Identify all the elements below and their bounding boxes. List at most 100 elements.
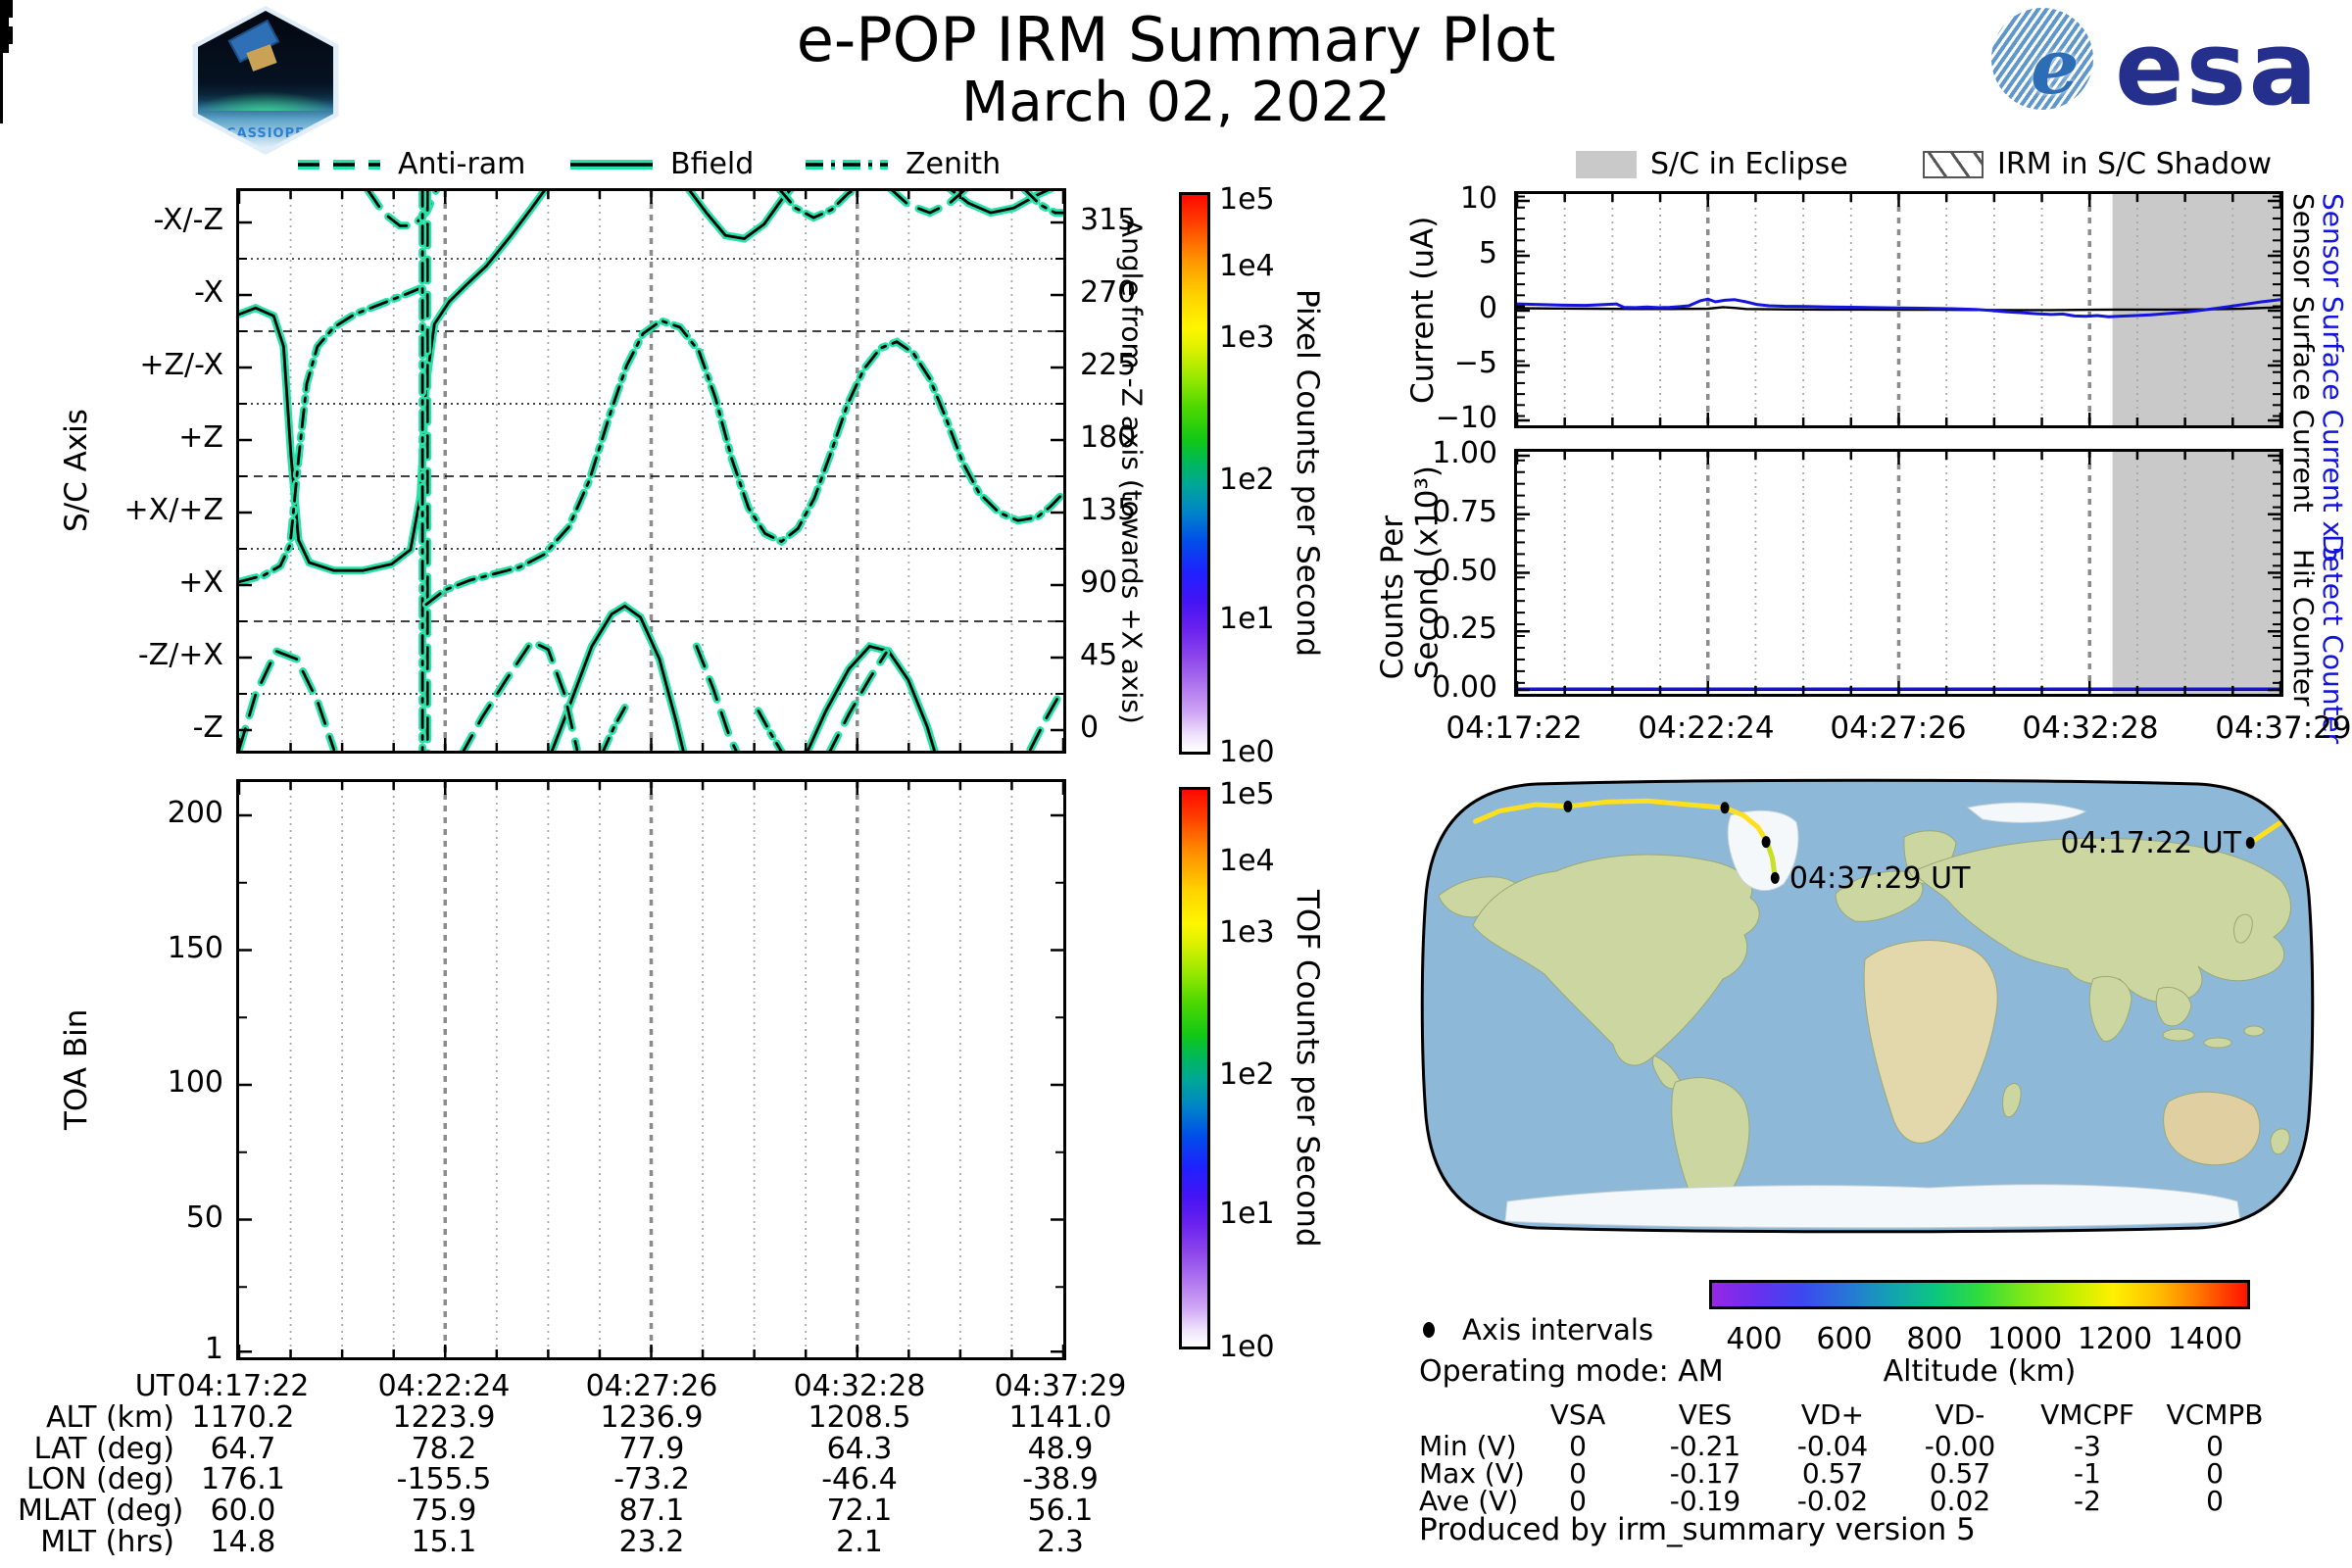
current-plot	[1514, 191, 2283, 428]
time-tick-04:17:22: 04:17:22	[1446, 710, 1583, 746]
info-row-label-LON (deg): LON (deg)	[25, 1462, 174, 1496]
info-cell: 14.8	[210, 1525, 276, 1559]
info-cell: 04:22:24	[377, 1369, 511, 1403]
info-cell: 64.3	[826, 1432, 893, 1466]
cassiope-label: CASSIOPE	[225, 126, 306, 141]
axis-interval-dot	[1720, 802, 1730, 814]
toa-ytick-150: 150	[167, 931, 223, 965]
alt-tick	[0, 65, 3, 76]
info-cell: -46.4	[821, 1462, 898, 1496]
info-cell: -155.5	[396, 1462, 492, 1496]
eclipse-swatch	[1576, 150, 1637, 178]
info-cell: 04:32:28	[793, 1369, 926, 1403]
info-row-label-UT: UT	[134, 1369, 174, 1403]
cb-label-1e1: 1e1	[1219, 1197, 1275, 1231]
cnt-ytick-1.00: 1.00	[1432, 436, 1497, 470]
hit-counter-label: Hit Counter	[2287, 549, 2320, 707]
sensor-surface-current-label: Sensor Surface Current	[2287, 193, 2320, 513]
toa-ytick-1: 1	[204, 1332, 223, 1366]
pixel-colorbar	[1179, 192, 1210, 755]
sc-ytick--Z/+X: -Z/+X	[137, 638, 223, 672]
altitude-colorbar	[1709, 1280, 2250, 1309]
cnt-ytick-0.50: 0.50	[1432, 554, 1497, 588]
world-map: 04:37:29 UT 04:17:22 UT	[1420, 778, 2315, 1234]
time-tick-04:32:28: 04:32:28	[2022, 710, 2159, 746]
sc-axis-plot	[236, 188, 1066, 754]
cb-label-1e5: 1e5	[1219, 182, 1275, 217]
info-cell: 15.1	[411, 1525, 477, 1559]
cur-ytick--10: −10	[1435, 401, 1497, 435]
cur-ytick-5: 5	[1478, 236, 1497, 270]
angle-ytick-225: 225	[1080, 348, 1137, 382]
cb-label-1e4: 1e4	[1219, 844, 1275, 878]
esa-logo: esa	[2115, 9, 2320, 128]
sensor-surface-current-x5-label: Sensor Surface Current x 5	[2317, 193, 2349, 564]
info-row-label-ALT (km): ALT (km)	[46, 1400, 174, 1435]
cb-label-1e2: 1e2	[1219, 463, 1275, 497]
cb-label-1e0: 1e0	[1219, 1330, 1275, 1364]
alt-tick-label-1400: 1400	[2167, 1322, 2243, 1356]
info-cell: -38.9	[1022, 1462, 1099, 1496]
info-cell: 04:17:22	[176, 1369, 310, 1403]
produced-by: Produced by irm_summary version 5	[1419, 1512, 1976, 1547]
axis-interval-dot	[2245, 837, 2255, 850]
cb-label-1e2: 1e2	[1219, 1057, 1275, 1092]
esa-globe-icon: e	[1991, 8, 2093, 110]
axis-intervals-label: Axis intervals	[1462, 1313, 1654, 1347]
volt-col-VCMPB: VCMPB	[2166, 1398, 2264, 1431]
sc-ytick-+Z: +Z	[178, 420, 223, 455]
toa-bin-plot	[236, 779, 1066, 1360]
aurora-art	[198, 91, 333, 112]
time-tick-04:27:26: 04:27:26	[1830, 710, 1967, 746]
counts-plot	[1514, 449, 2283, 697]
info-cell: 2.1	[836, 1525, 883, 1559]
info-cell: 78.2	[411, 1432, 477, 1466]
info-cell: 04:27:26	[585, 1369, 718, 1403]
info-row-label-LAT (deg): LAT (deg)	[33, 1432, 174, 1466]
info-cell: 176.1	[201, 1462, 285, 1496]
tof-colorbar-label: TOF Counts per Second	[1290, 889, 1325, 1248]
info-cell: 64.7	[210, 1432, 276, 1466]
shadow-swatch	[1923, 150, 1984, 178]
angle-ytick-180: 180	[1080, 420, 1137, 455]
toa-ytick-50: 50	[185, 1200, 223, 1235]
info-cell: 77.9	[618, 1432, 685, 1466]
sc-ytick--X/-Z: -X/-Z	[153, 203, 223, 237]
info-cell: -73.2	[613, 1462, 690, 1496]
info-cell: 1236.9	[600, 1400, 704, 1435]
legend-irm-shadow: IRM in S/C Shadow	[1923, 147, 2272, 181]
tof-colorbar	[1179, 787, 1210, 1349]
cnt-ytick-0.00: 0.00	[1432, 670, 1497, 705]
legend-label: Bfield	[670, 147, 755, 181]
cur-ytick--5: −5	[1453, 346, 1497, 380]
operating-mode: Operating mode: AM	[1419, 1354, 1724, 1389]
info-cell: 1223.9	[392, 1400, 496, 1435]
info-row-label-MLAT (deg): MLAT (deg)	[18, 1494, 184, 1528]
alt-tick	[0, 88, 3, 100]
ground-track-map: 04:37:29 UT 04:17:22 UT	[1419, 778, 2316, 1234]
alt-tick	[0, 76, 3, 88]
cassiope-mission-patch: CASSIOPE	[192, 6, 339, 155]
angle-ytick-135: 135	[1080, 493, 1137, 527]
angle-ytick-315: 315	[1080, 203, 1137, 237]
axis-interval-dot-icon	[1423, 1322, 1435, 1338]
info-row-label-MLT (hrs): MLT (hrs)	[40, 1525, 174, 1559]
cb-label-1e3: 1e3	[1219, 320, 1275, 355]
esa-globe-e: e	[2031, 23, 2080, 110]
legend-shadow-label: IRM in S/C Shadow	[1997, 147, 2273, 181]
altitude-colorbar-label: Altitude (km)	[1883, 1354, 2077, 1389]
toa-ytick-100: 100	[167, 1065, 223, 1100]
cnt-ytick-0.75: 0.75	[1432, 495, 1497, 529]
cb-label-1e0: 1e0	[1219, 735, 1275, 769]
alt-tick	[0, 53, 3, 65]
sc-ytick-+X/+Z: +X/+Z	[123, 493, 223, 527]
map-end-time-label: 04:37:29 UT	[1789, 861, 1971, 896]
legend-eclipse-label: S/C in Eclipse	[1650, 147, 1848, 181]
sc-ytick-+Z/-X: +Z/-X	[139, 348, 223, 382]
volt-cell: 0	[2206, 1430, 2224, 1462]
toa-ylabel: TOA Bin	[59, 1008, 94, 1131]
angle-ytick-0: 0	[1080, 710, 1100, 745]
angle-ytick-90: 90	[1080, 565, 1118, 600]
info-cell: 56.1	[1027, 1494, 1094, 1528]
volt-cell: 0	[2206, 1457, 2224, 1490]
